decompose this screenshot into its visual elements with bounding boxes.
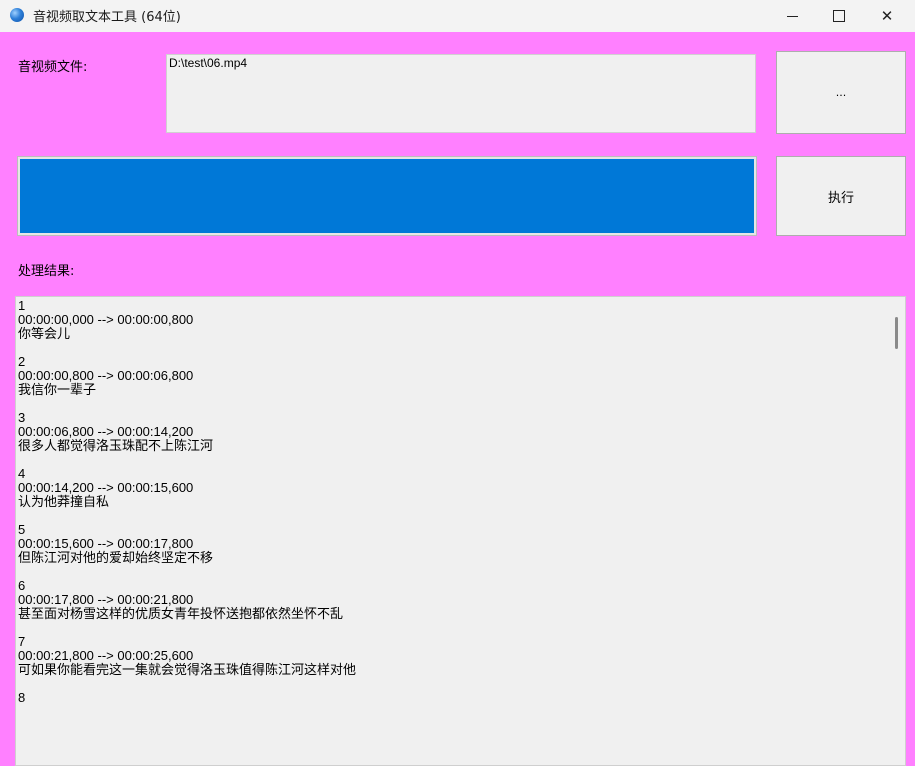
result-entry: 8 <box>18 691 878 705</box>
result-index: 4 <box>18 466 26 481</box>
result-time: 00:00:17,800 --> 00:00:21,800 <box>18 592 194 607</box>
result-label: 处理结果: <box>18 264 75 279</box>
result-time: 00:00:00,800 --> 00:00:06,800 <box>18 368 194 383</box>
result-index: 2 <box>18 354 26 369</box>
window-title: 音视频取文本工具 (64位) <box>33 10 181 25</box>
result-index: 3 <box>18 410 26 425</box>
result-text: 可如果你能看完这一集就会觉得洛玉珠值得陈江河这样对他 <box>18 662 357 677</box>
close-button[interactable]: ✕ <box>864 0 910 32</box>
minimize-button[interactable] <box>769 0 815 32</box>
result-text: 甚至面对杨雪这样的优质女青年投怀送抱都依然坐怀不乱 <box>18 606 344 621</box>
progress-bar <box>17 156 757 236</box>
file-path-field[interactable]: D:\test\06.mp4 <box>166 54 756 133</box>
result-entry: 5 00:00:15,600 --> 00:00:17,800 但陈江河对他的爱却始… <box>18 523 878 565</box>
result-text: 认为他莽撞自私 <box>18 494 110 509</box>
result-time: 00:00:15,600 --> 00:00:17,800 <box>18 536 194 551</box>
vertical-scrollbar[interactable] <box>887 297 905 765</box>
result-text: 但陈江河对他的爱却始终坚定不移 <box>18 550 214 565</box>
result-textbox[interactable]: 1 00:00:00,000 --> 00:00:00,800 你等会儿 2 00:00… <box>15 296 906 766</box>
maximize-icon <box>833 10 845 22</box>
app-icon <box>10 8 24 22</box>
result-time: 00:00:00,000 --> 00:00:00,800 <box>18 312 194 327</box>
progress-fill <box>20 159 754 233</box>
result-time: 00:00:21,800 --> 00:00:25,600 <box>18 648 194 663</box>
file-label: 音视频文件: <box>18 60 88 75</box>
title-bar: 音视频取文本工具 (64位) ✕ <box>0 0 915 32</box>
result-entry: 2 00:00:00,800 --> 00:00:06,800 我信你一辈子 <box>18 355 878 397</box>
result-index: 1 <box>18 298 26 313</box>
minimize-icon <box>786 15 798 17</box>
result-text: 我信你一辈子 <box>18 382 97 397</box>
result-text: 你等会儿 <box>18 326 71 341</box>
maximize-button[interactable] <box>816 0 862 32</box>
result-entry: 7 00:00:21,800 --> 00:00:25,600 可如果你能看完这一集… <box>18 635 878 677</box>
result-entry: 1 00:00:00,000 --> 00:00:00,800 你等会儿 <box>18 299 878 341</box>
result-index: 8 <box>18 690 26 705</box>
close-icon: ✕ <box>880 7 894 25</box>
scroll-thumb[interactable] <box>895 317 898 349</box>
result-list: 1 00:00:00,000 --> 00:00:00,800 你等会儿 2 00:00… <box>18 299 878 719</box>
result-entry: 3 00:00:06,800 --> 00:00:14,200 很多人都觉得洛玉珠配… <box>18 411 878 453</box>
result-time: 00:00:14,200 --> 00:00:15,600 <box>18 480 194 495</box>
browse-button[interactable]: ... <box>776 51 906 134</box>
result-entry: 6 00:00:17,800 --> 00:00:21,800 甚至面对杨雪这样的优… <box>18 579 878 621</box>
result-text: 很多人都觉得洛玉珠配不上陈江河 <box>18 438 214 453</box>
result-time: 00:00:06,800 --> 00:00:14,200 <box>18 424 194 439</box>
result-index: 6 <box>18 578 26 593</box>
execute-button[interactable]: 执行 <box>776 156 906 236</box>
result-entry: 4 00:00:14,200 --> 00:00:15,600 认为他莽撞自私 <box>18 467 878 509</box>
result-index: 7 <box>18 634 26 649</box>
result-index: 5 <box>18 522 26 537</box>
